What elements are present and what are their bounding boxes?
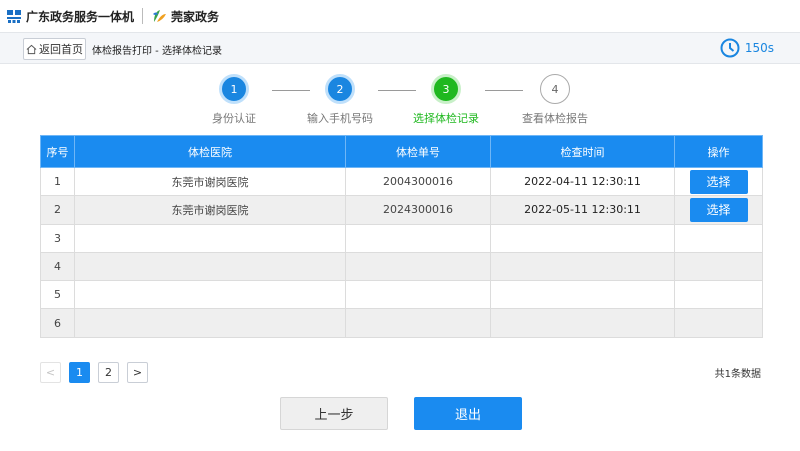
row-hospital bbox=[74, 251, 346, 282]
row-no: 5 bbox=[40, 280, 75, 310]
progress-steps: 1 身份认证 2 输入手机号码 3 选择体检记录 4 查看体检报告 bbox=[0, 74, 800, 126]
back-home-label: 返回首页 bbox=[39, 43, 83, 56]
row-no: 4 bbox=[40, 251, 75, 282]
row-time bbox=[490, 308, 675, 338]
step-4-label: 查看体检报告 bbox=[522, 112, 588, 125]
home-icon bbox=[26, 44, 37, 54]
total-count: 共1条数据 bbox=[714, 369, 761, 380]
row-order bbox=[345, 223, 491, 253]
row-time bbox=[490, 280, 675, 310]
page-2-button[interactable]: 2 bbox=[98, 362, 119, 383]
row-order bbox=[345, 251, 491, 282]
brand-gov: 广东政务服务一体机 bbox=[6, 8, 134, 25]
table-row: 4 bbox=[40, 251, 763, 282]
row-action bbox=[674, 251, 763, 282]
row-action bbox=[674, 280, 763, 310]
row-order: 2024300016 bbox=[345, 195, 491, 225]
col-header-order: 体检单号 bbox=[345, 135, 491, 168]
prev-step-button[interactable]: 上一步 bbox=[280, 397, 388, 430]
step-1-label: 身份认证 bbox=[212, 112, 256, 125]
col-header-action: 操作 bbox=[674, 135, 763, 168]
row-action: 选择 bbox=[674, 195, 763, 225]
sub-bar: 返回首页 体检报告打印 - 选择体检记录 150s bbox=[0, 32, 800, 64]
prev-page-button[interactable]: < bbox=[40, 362, 61, 383]
page-1-button[interactable]: 1 bbox=[69, 362, 90, 383]
table-header-row: 序号 体检医院 体检单号 检查时间 操作 bbox=[40, 135, 763, 168]
step-4-circle: 4 bbox=[540, 74, 570, 104]
row-no: 6 bbox=[40, 308, 75, 338]
next-page-button[interactable]: > bbox=[127, 362, 148, 383]
step-3-circle: 3 bbox=[431, 74, 461, 104]
step-1-circle: 1 bbox=[219, 74, 249, 104]
gov-logo-icon bbox=[7, 10, 21, 23]
breadcrumb: 体检报告打印 - 选择体检记录 bbox=[92, 46, 222, 57]
table-row: 5 bbox=[40, 280, 763, 310]
brand-dg: 莞家政务 bbox=[151, 8, 219, 25]
table-row[interactable]: 2 东莞市谢岗医院 2024300016 2022-05-11 12:30:11… bbox=[40, 195, 763, 225]
top-bar: 广东政务服务一体机 莞家政务 bbox=[0, 0, 800, 32]
row-no: 3 bbox=[40, 223, 75, 253]
table-row[interactable]: 1 东莞市谢岗医院 2004300016 2022-04-11 12:30:11… bbox=[40, 166, 763, 197]
row-hospital bbox=[74, 308, 346, 338]
row-hospital: 东莞市谢岗医院 bbox=[74, 195, 346, 225]
step-1: 1 身份认证 bbox=[179, 74, 289, 126]
row-action bbox=[674, 308, 763, 338]
row-no: 1 bbox=[40, 166, 75, 197]
row-hospital: 东莞市谢岗医院 bbox=[74, 166, 346, 197]
row-order bbox=[345, 308, 491, 338]
row-hospital bbox=[74, 223, 346, 253]
brand-divider bbox=[142, 8, 144, 24]
step-3: 3 选择体检记录 bbox=[391, 74, 501, 126]
countdown-value: 150s bbox=[744, 41, 774, 55]
step-2-circle: 2 bbox=[325, 74, 355, 104]
row-time: 2022-04-11 12:30:11 bbox=[490, 166, 675, 197]
row-time: 2022-05-11 12:30:11 bbox=[490, 195, 675, 225]
countdown-timer: 150s bbox=[719, 37, 774, 59]
select-button[interactable]: 选择 bbox=[689, 197, 748, 222]
pagination: < 1 2 > bbox=[40, 362, 156, 383]
row-order: 2004300016 bbox=[345, 166, 491, 197]
clock-icon bbox=[720, 38, 740, 58]
step-4: 4 查看体检报告 bbox=[500, 74, 610, 126]
table-row: 3 bbox=[40, 223, 763, 253]
step-3-label: 选择体检记录 bbox=[413, 112, 479, 125]
dg-logo-icon bbox=[153, 10, 167, 22]
exit-button[interactable]: 退出 bbox=[414, 397, 522, 430]
table-row: 6 bbox=[40, 308, 763, 338]
row-time bbox=[490, 223, 675, 253]
back-home-button[interactable]: 返回首页 bbox=[23, 38, 86, 60]
row-action bbox=[674, 223, 763, 253]
row-no: 2 bbox=[40, 195, 75, 225]
dg-title: 莞家政务 bbox=[171, 9, 220, 24]
row-hospital bbox=[74, 280, 346, 310]
col-header-hospital: 体检医院 bbox=[74, 135, 346, 168]
row-order bbox=[345, 280, 491, 310]
gov-title: 广东政务服务一体机 bbox=[26, 9, 135, 24]
step-2-label: 输入手机号码 bbox=[307, 112, 373, 125]
row-action: 选择 bbox=[674, 166, 763, 197]
col-header-no: 序号 bbox=[40, 135, 75, 168]
select-button[interactable]: 选择 bbox=[689, 169, 748, 194]
row-time bbox=[490, 251, 675, 282]
records-table: 序号 体检医院 体检单号 检查时间 操作 1 东莞市谢岗医院 200430001… bbox=[40, 135, 763, 338]
step-2: 2 输入手机号码 bbox=[285, 74, 395, 126]
col-header-time: 检查时间 bbox=[490, 135, 675, 168]
